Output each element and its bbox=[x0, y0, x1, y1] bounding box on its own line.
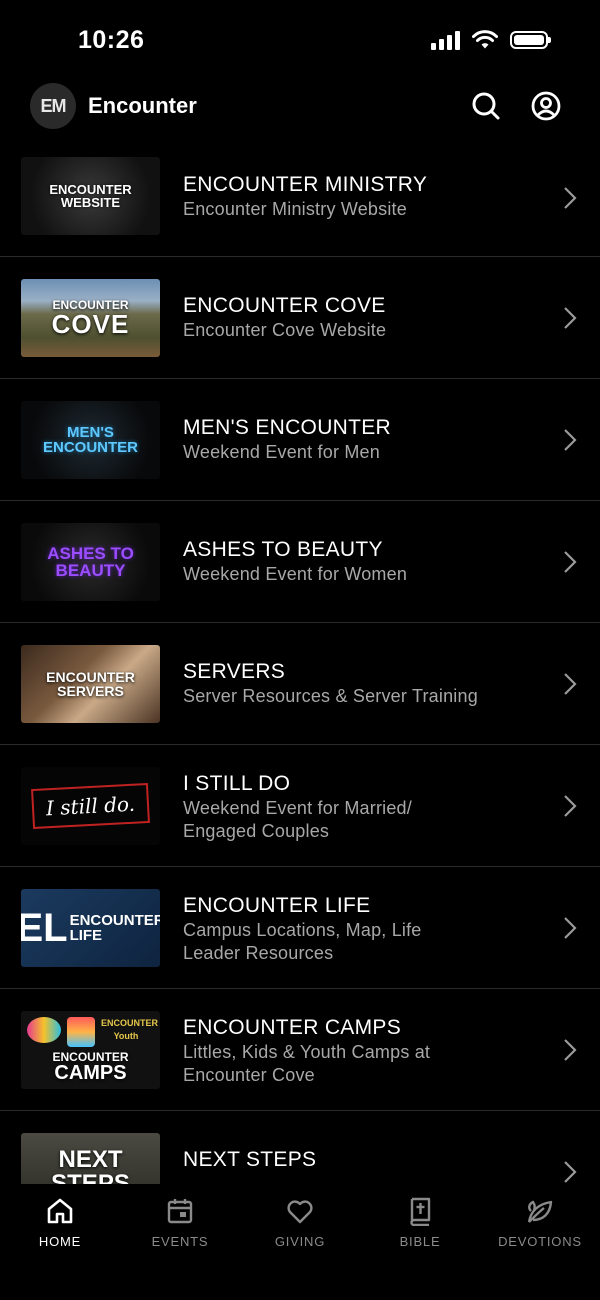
thumbnail-encounter-life: EL ENCOUNTER LIFE bbox=[21, 889, 160, 967]
tab-home[interactable]: HOME bbox=[0, 1196, 120, 1249]
wifi-icon bbox=[472, 30, 498, 49]
search-icon[interactable] bbox=[470, 90, 502, 122]
thumb-text: NEXT bbox=[58, 1146, 123, 1173]
item-title: I STILL DO bbox=[183, 772, 291, 795]
thumb-text: MEN'S bbox=[67, 424, 114, 441]
list-item-i-still-do[interactable]: I still do. I STILL DO Weekend Event for… bbox=[0, 745, 600, 867]
item-subtitle: Weekend Event for Married/ Engaged Coupl… bbox=[183, 798, 412, 841]
list-item-encounter-life[interactable]: EL ENCOUNTER LIFE ENCOUNTER LIFE Campus … bbox=[0, 867, 600, 989]
chevron-right-icon bbox=[564, 429, 577, 451]
thumb-text: COVE bbox=[51, 309, 130, 339]
thumb-initial: EL bbox=[21, 906, 68, 950]
thumb-text: ASHES TO bbox=[47, 544, 134, 563]
app-title: Encounter bbox=[88, 93, 197, 118]
chevron-right-icon bbox=[564, 551, 577, 573]
thumb-text: WEBSITE bbox=[60, 195, 121, 210]
item-subtitle: Weekend Event for Men bbox=[183, 442, 380, 462]
logo-text: EM bbox=[40, 95, 67, 116]
chevron-right-icon bbox=[564, 795, 577, 817]
thumb-text: I still do. bbox=[45, 791, 136, 821]
thumb-text: SERVERS bbox=[57, 683, 124, 699]
thumb-text: BEAUTY bbox=[55, 561, 126, 580]
signal-icon bbox=[431, 30, 460, 50]
item-title: SERVERS bbox=[183, 660, 286, 683]
app-logo[interactable]: EM bbox=[30, 83, 76, 129]
chevron-right-icon bbox=[564, 673, 577, 695]
thumb-text: STEPS bbox=[51, 1170, 130, 1185]
tab-label: BIBLE bbox=[399, 1234, 441, 1249]
thumbnail-next-steps: NEXT STEPS bbox=[21, 1133, 160, 1184]
thumbnail-encounter-website: ENCOUNTER WEBSITE bbox=[21, 157, 160, 235]
thumb-text: ENCOUNTER bbox=[42, 439, 138, 456]
item-subtitle: Server Resources & Server Training bbox=[183, 686, 478, 706]
item-title: ENCOUNTER MINISTRY bbox=[183, 173, 428, 196]
thumbnail-encounter-camps: ENCOUNTER Youth ENCOUNTER CAMPS bbox=[21, 1011, 160, 1089]
chevron-right-icon bbox=[564, 917, 577, 939]
chevron-right-icon bbox=[564, 307, 577, 329]
thumbnail-encounter-cove: ENCOUNTER COVE bbox=[21, 279, 160, 357]
tab-label: DEVOTIONS bbox=[498, 1234, 582, 1249]
account-icon[interactable] bbox=[530, 90, 562, 122]
thumbnail-i-still-do: I still do. bbox=[21, 767, 160, 845]
thumbnail-servers: ENCOUNTER SERVERS bbox=[21, 645, 160, 723]
thumbnail-ashes-to-beauty: ASHES TO BEAUTY bbox=[21, 523, 160, 601]
thumb-text: ENCOUNTER bbox=[46, 669, 135, 685]
item-subtitle: Weekend Event for Women bbox=[183, 564, 408, 584]
chevron-right-icon bbox=[564, 1161, 577, 1183]
heart-icon bbox=[287, 1200, 313, 1224]
battery-icon bbox=[510, 31, 551, 49]
chevron-right-icon bbox=[564, 1039, 577, 1061]
list-item-encounter-ministry[interactable]: ENCOUNTER WEBSITE ENCOUNTER MINISTRY Enc… bbox=[0, 136, 600, 257]
calendar-icon bbox=[167, 1199, 193, 1224]
tab-label: HOME bbox=[38, 1234, 82, 1249]
tab-label: GIVING bbox=[274, 1234, 326, 1249]
tab-bible[interactable]: BIBLE bbox=[360, 1196, 480, 1249]
list-item-encounter-cove[interactable]: ENCOUNTER COVE ENCOUNTER COVE Encounter … bbox=[0, 257, 600, 379]
item-title: ENCOUNTER CAMPS bbox=[183, 1016, 402, 1039]
list-item-next-steps[interactable]: NEXT STEPS NEXT STEPS bbox=[0, 1111, 600, 1184]
item-subtitle: Campus Locations, Map, Life Leader Resou… bbox=[183, 920, 422, 963]
app-header: EM Encounter bbox=[0, 80, 600, 136]
menu-list: ENCOUNTER WEBSITE ENCOUNTER MINISTRY Enc… bbox=[0, 136, 600, 1184]
item-title: ENCOUNTER COVE bbox=[183, 294, 386, 317]
chevron-right-icon bbox=[564, 187, 577, 209]
leaf-icon bbox=[527, 1200, 553, 1223]
item-title: ASHES TO BEAUTY bbox=[183, 538, 383, 561]
tab-bar: HOME EVENTS GIVING BIBLE DEVOTIONS bbox=[0, 1184, 600, 1300]
tab-label: EVENTS bbox=[151, 1234, 209, 1249]
item-subtitle: Littles, Kids & Youth Camps at Encounter… bbox=[183, 1042, 431, 1085]
status-icons bbox=[431, 30, 551, 50]
bible-icon bbox=[410, 1197, 431, 1226]
thumb-text: CAMPS bbox=[54, 1062, 127, 1084]
list-item-mens-encounter[interactable]: MEN'S ENCOUNTER MEN'S ENCOUNTER Weekend … bbox=[0, 379, 600, 501]
list-item-servers[interactable]: ENCOUNTER SERVERS SERVERS Server Resourc… bbox=[0, 623, 600, 745]
thumbnail-mens-encounter: MEN'S ENCOUNTER bbox=[21, 401, 160, 479]
list-item-encounter-camps[interactable]: ENCOUNTER Youth ENCOUNTER CAMPS ENCOUNTE… bbox=[0, 989, 600, 1111]
tab-giving[interactable]: GIVING bbox=[240, 1196, 360, 1249]
item-title: MEN'S ENCOUNTER bbox=[183, 416, 392, 439]
thumb-text: ENCOUNTER bbox=[69, 912, 160, 929]
thumb-text: LIFE bbox=[69, 927, 103, 944]
tab-events[interactable]: EVENTS bbox=[120, 1196, 240, 1249]
item-title: ENCOUNTER LIFE bbox=[183, 894, 371, 917]
list-item-ashes-to-beauty[interactable]: ASHES TO BEAUTY ASHES TO BEAUTY Weekend … bbox=[0, 501, 600, 623]
tab-devotions[interactable]: DEVOTIONS bbox=[480, 1196, 600, 1249]
item-title: NEXT STEPS bbox=[183, 1148, 317, 1171]
status-time: 10:26 bbox=[78, 26, 145, 54]
status-bar: 10:26 bbox=[0, 0, 600, 80]
item-subtitle: Encounter Cove Website bbox=[183, 320, 387, 340]
home-icon bbox=[47, 1198, 73, 1224]
item-subtitle: Encounter Ministry Website bbox=[183, 199, 407, 219]
